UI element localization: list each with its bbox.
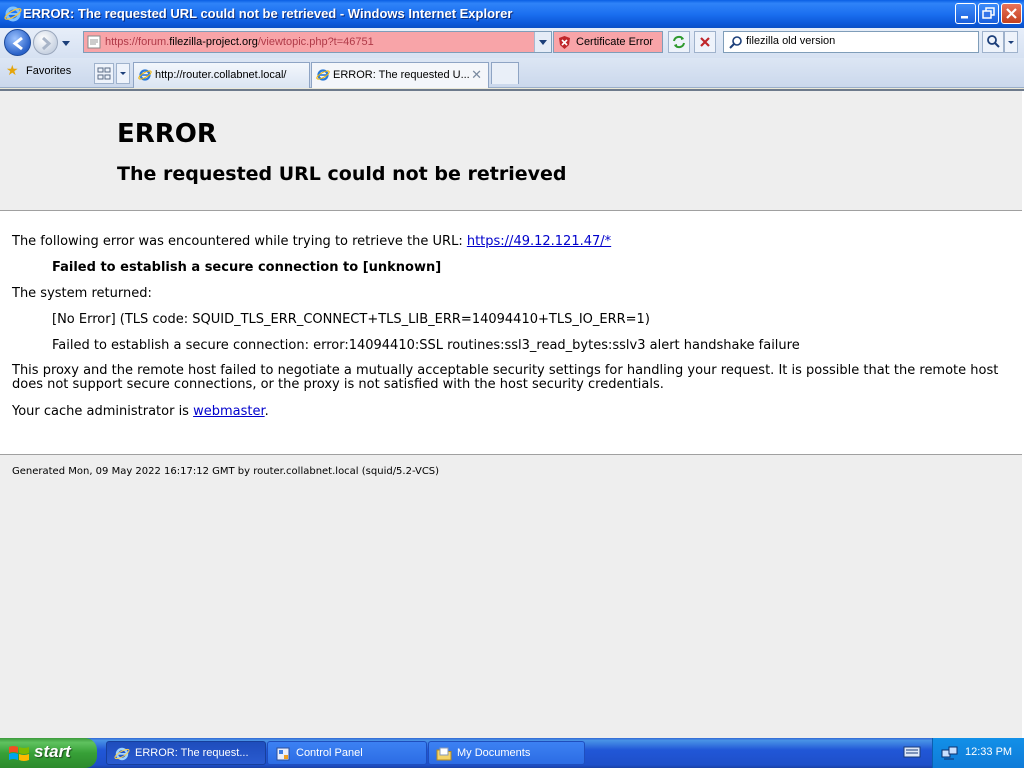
tab-label: ERROR: The requested U... [333,69,470,81]
taskbar-item-my-documents[interactable]: My Documents [428,741,585,765]
folder-icon [436,747,452,761]
title-bar[interactable]: ERROR: The requested URL could not be re… [0,0,1024,28]
taskbar-item-control-panel[interactable]: Control Panel [267,741,427,765]
address-dropdown-button[interactable] [534,32,551,52]
quick-tabs-button[interactable] [94,63,114,84]
restore-button[interactable] [978,3,999,24]
page-content: ERROR The requested URL could not be ret… [0,89,1024,738]
generated-text: Generated Mon, 09 May 2022 16:17:12 GMT … [12,466,440,477]
system-returned-label: The system returned: [12,286,152,301]
page-subtitle: The requested URL could not be retrieved [117,163,567,185]
recent-pages-dropdown-icon[interactable] [60,37,72,49]
taskbar: start ERROR: The request... Control Pane… [0,738,1024,768]
page-favicon-icon [87,35,101,49]
control-panel-icon [276,747,290,761]
tab-close-icon[interactable]: ✕ [471,67,482,83]
refresh-button[interactable] [668,31,690,53]
chevron-down-icon [1008,41,1014,44]
system-tray: 12:33 PM [932,738,1024,768]
back-arrow-icon [12,36,23,51]
ie-window: ERROR: The requested URL could not be re… [0,0,1024,738]
error-url-line: The following error was encountered whil… [12,234,611,249]
forward-button[interactable] [33,30,58,55]
clock[interactable]: 12:33 PM [965,746,1012,758]
search-icon [729,36,742,49]
stop-icon [700,37,710,47]
close-icon [1006,8,1017,19]
search-go-button[interactable] [982,31,1004,53]
new-tab-button[interactable] [491,62,519,84]
back-button[interactable] [4,29,31,56]
address-url: https://forum.filezilla-project.org/view… [105,36,374,48]
minimize-icon [961,16,968,19]
ie-icon [4,6,22,22]
start-label: start [34,742,71,761]
favorites-label: Favorites [26,65,72,77]
footer: Generated Mon, 09 May 2022 16:17:12 GMT … [0,455,1022,738]
star-icon: ★ [6,62,19,78]
webmaster-link[interactable]: webmaster [193,404,265,419]
search-options-button[interactable] [1004,31,1018,53]
search-box[interactable] [723,31,979,53]
taskbar-item-ie[interactable]: ERROR: The request... [106,741,266,765]
network-connection-icon[interactable] [941,745,959,761]
keyboard-language-icon[interactable] [903,745,921,759]
tab-bar: ★ Favorites http://router.collabnet.loca… [0,58,1024,88]
failed-connection-message: Failed to establish a secure connection … [52,260,442,275]
refresh-icon [673,35,685,49]
stop-button[interactable] [694,31,716,53]
forward-arrow-icon [41,36,52,51]
address-bar[interactable]: https://forum.filezilla-project.org/view… [83,31,552,53]
admin-text: Your cache administrator is [12,404,194,419]
magnifier-icon [987,35,1000,48]
quick-tabs-icon [97,67,111,80]
tab-router[interactable]: http://router.collabnet.local/ [133,62,310,88]
explanation-text: This proxy and the remote host failed to… [12,363,999,392]
tab-label: http://router.collabnet.local/ [155,69,287,81]
taskbar-item-label: My Documents [457,747,531,759]
admin-end: . [264,404,269,419]
tls-code-text: [No Error] (TLS code: SQUID_TLS_ERR_CONN… [52,312,650,327]
shield-error-icon [559,36,570,49]
tab-error-page[interactable]: ERROR: The requested U... ✕ [311,62,489,88]
admin-line: Your cache administrator is webmaster. [12,404,269,419]
taskbar-item-label: ERROR: The request... [135,747,249,759]
navigation-bar: https://forum.filezilla-project.org/view… [0,28,1024,58]
window-title: ERROR: The requested URL could not be re… [23,6,513,21]
chevron-down-icon [539,40,547,45]
ssl-error-text: Failed to establish a secure connection:… [52,338,800,353]
ie-icon [138,69,152,81]
ie-icon [114,747,130,761]
windows-logo-icon [9,746,29,761]
page-title: ERROR [117,119,217,149]
chevron-down-icon [120,72,126,75]
certificate-error-label: Certificate Error [576,36,654,48]
error-url-link[interactable]: https://49.12.121.47/* [467,234,611,249]
ie-icon [316,69,330,81]
restore-icon [982,7,995,19]
error-url-text: The following error was encountered whil… [12,234,467,249]
error-header: ERROR The requested URL could not be ret… [0,91,1022,211]
close-button[interactable] [1001,3,1022,24]
minimize-button[interactable] [955,3,976,24]
tab-list-button[interactable] [116,63,130,84]
taskbar-item-label: Control Panel [296,747,363,759]
start-button[interactable]: start [0,738,97,768]
search-input[interactable] [746,35,976,47]
certificate-error-button[interactable]: Certificate Error [553,31,663,53]
